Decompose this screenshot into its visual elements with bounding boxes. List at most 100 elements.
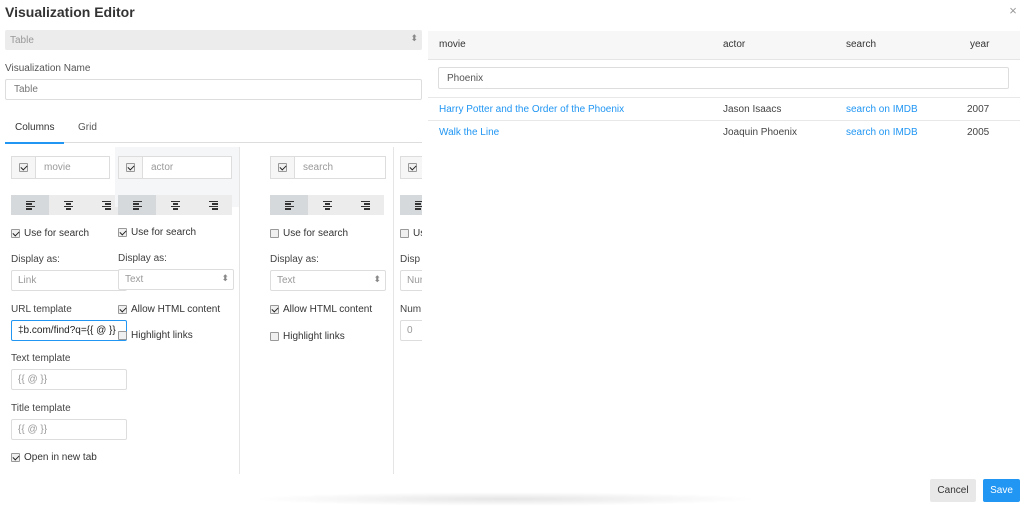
- allow-html-label: Allow HTML content: [283, 304, 373, 315]
- url-template-label: URL template: [11, 304, 72, 315]
- checkbox-icon: [118, 331, 127, 340]
- header-movie[interactable]: movie: [439, 39, 466, 50]
- use-for-search-label: Us: [413, 228, 422, 239]
- select-arrows-icon: ⬍: [373, 274, 381, 284]
- align-left-button[interactable]: [118, 195, 156, 215]
- preview-search-input[interactable]: [438, 67, 1009, 89]
- allow-html-checkbox[interactable]: Allow HTML content: [118, 304, 220, 315]
- save-button[interactable]: Save: [983, 479, 1020, 502]
- align-left-icon: [132, 200, 142, 211]
- checkbox-icon: [408, 163, 417, 172]
- column-header-actor: actor: [118, 156, 232, 179]
- allow-html-label: Allow HTML content: [131, 304, 221, 315]
- cell-movie-link[interactable]: Harry Potter and the Order of the Phoeni…: [439, 104, 624, 115]
- cell-search-link[interactable]: search on IMDB: [846, 127, 918, 138]
- preview-table: movie actor search year Harry Potter and…: [428, 31, 1020, 143]
- header-actor[interactable]: actor: [723, 39, 745, 50]
- open-new-tab-checkbox[interactable]: Open in new tab: [11, 452, 97, 463]
- highlight-links-label: Highlight links: [283, 331, 345, 342]
- align-right-icon: [101, 200, 111, 211]
- display-as-label: Display as:: [118, 253, 167, 264]
- url-template-input[interactable]: ‡b.com/find?q={{ @ }}: [11, 320, 127, 341]
- use-for-search-label: Use for search: [24, 228, 90, 239]
- align-center-button[interactable]: [308, 195, 346, 215]
- align-center-button[interactable]: [49, 195, 87, 215]
- column-name-input[interactable]: actor: [142, 156, 232, 179]
- align-center-button[interactable]: [156, 195, 194, 215]
- number-format-input[interactable]: 0: [400, 320, 422, 341]
- footer-shadow: [250, 492, 760, 506]
- align-right-icon: [208, 200, 218, 211]
- checkbox-icon: [19, 163, 28, 172]
- select-arrows-icon: ⬍: [221, 273, 229, 283]
- display-as-value: Nur: [407, 275, 422, 286]
- display-as-select[interactable]: Link: [11, 270, 127, 291]
- display-as-select[interactable]: Text ⬍: [270, 270, 386, 291]
- cancel-button[interactable]: Cancel: [930, 479, 976, 502]
- column-name-input[interactable]: movie: [35, 156, 110, 179]
- allow-html-checkbox[interactable]: Allow HTML content: [270, 304, 372, 315]
- close-icon[interactable]: ×: [1006, 4, 1020, 18]
- align-buttons: [118, 195, 232, 215]
- tab-columns[interactable]: Columns: [4, 122, 66, 144]
- highlight-links-checkbox[interactable]: Highlight links: [270, 331, 345, 342]
- checkbox-icon: [400, 229, 409, 238]
- align-left-button[interactable]: [400, 195, 422, 215]
- column-visible-toggle[interactable]: [11, 156, 35, 179]
- visualization-name-input[interactable]: [5, 79, 422, 100]
- align-left-icon: [284, 200, 294, 211]
- use-for-search-checkbox[interactable]: Us: [400, 228, 422, 239]
- column-visible-toggle[interactable]: [118, 156, 142, 179]
- checkbox-icon: [270, 332, 279, 341]
- checkbox-icon: [126, 163, 135, 172]
- checkbox-icon: [118, 228, 127, 237]
- column-visible-toggle[interactable]: [270, 156, 294, 179]
- align-center-icon: [63, 200, 73, 211]
- checkbox-icon: [11, 453, 20, 462]
- align-left-button[interactable]: [270, 195, 308, 215]
- title-template-label: Title template: [11, 403, 71, 414]
- cell-search-link[interactable]: search on IMDB: [846, 104, 918, 115]
- checkbox-icon: [11, 229, 20, 238]
- highlight-links-checkbox[interactable]: Highlight links: [118, 330, 193, 341]
- display-as-value: Text: [277, 275, 296, 286]
- modal-title: Visualization Editor: [5, 4, 135, 20]
- cell-year: 2007: [967, 104, 990, 115]
- visualization-type-value: Table: [10, 35, 34, 46]
- cell-actor: Joaquin Phoenix: [723, 127, 797, 138]
- column-header-movie: movie: [11, 156, 110, 179]
- align-left-button[interactable]: [11, 195, 49, 215]
- column-name-input[interactable]: search: [294, 156, 386, 179]
- align-left-icon: [414, 200, 422, 211]
- align-right-button[interactable]: [194, 195, 232, 215]
- header-search[interactable]: search: [846, 39, 876, 50]
- tab-grid[interactable]: Grid: [78, 122, 97, 133]
- text-template-input[interactable]: {{ @ }}: [11, 369, 127, 390]
- display-as-value: Link: [18, 275, 37, 286]
- display-as-select[interactable]: Nur: [400, 270, 422, 291]
- display-as-value: Text: [125, 274, 144, 285]
- visualization-type-select[interactable]: Table ⬍: [5, 30, 422, 50]
- cell-movie-link[interactable]: Walk the Line: [439, 127, 499, 138]
- checkbox-icon: [278, 163, 287, 172]
- use-for-search-checkbox[interactable]: Use for search: [118, 227, 196, 238]
- align-left-icon: [25, 200, 35, 211]
- display-as-label: Disp: [400, 254, 421, 265]
- display-as-select[interactable]: Text ⬍: [118, 269, 234, 290]
- align-buttons: [11, 195, 125, 215]
- title-template-input[interactable]: {{ @ }}: [11, 419, 127, 440]
- align-center-icon: [322, 200, 332, 211]
- highlight-links-label: Highlight links: [131, 330, 193, 341]
- align-center-icon: [170, 200, 180, 211]
- align-right-button[interactable]: [346, 195, 384, 215]
- use-for-search-label: Use for search: [283, 228, 349, 239]
- table-row: Walk the Line Joaquin Phoenix search on …: [428, 120, 1020, 143]
- preview-table-header: movie actor search year: [428, 31, 1020, 60]
- column-visible-toggle[interactable]: [400, 156, 422, 179]
- align-buttons: [270, 195, 384, 215]
- header-year[interactable]: year: [970, 39, 989, 50]
- use-for-search-checkbox[interactable]: Use for search: [270, 228, 348, 239]
- use-for-search-label: Use for search: [131, 227, 197, 238]
- visualization-name-label: Visualization Name: [5, 63, 91, 74]
- use-for-search-checkbox[interactable]: Use for search: [11, 228, 89, 239]
